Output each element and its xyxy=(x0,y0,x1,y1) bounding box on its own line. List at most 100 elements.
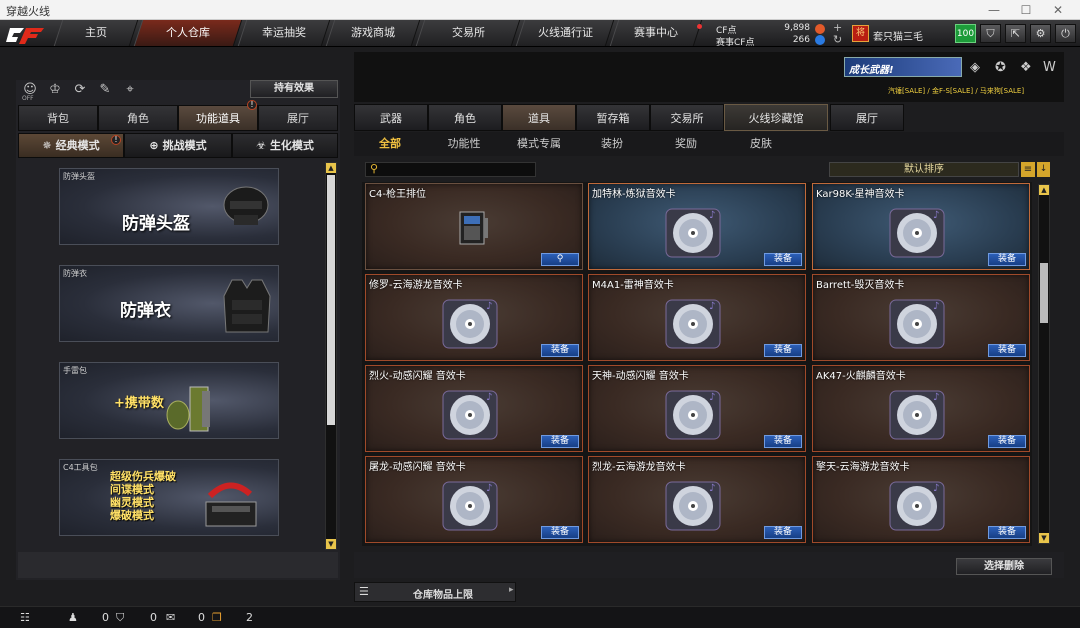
event-points-label: 赛事CF点 xyxy=(716,38,755,48)
right-scrollbar[interactable]: ▲ ▼ xyxy=(1038,184,1050,544)
left-scrollbar[interactable]: ▲ ▼ xyxy=(325,162,337,550)
equip-button[interactable]: 装备 xyxy=(764,435,802,448)
gift-icon[interactable]: ♔ xyxy=(47,82,63,98)
wings-icon[interactable]: W xyxy=(1043,60,1056,75)
subtab-skin[interactable]: 皮肤 xyxy=(733,135,789,153)
subtab-all[interactable]: 全部 xyxy=(362,135,418,153)
effect-button[interactable]: 持有效果 xyxy=(250,80,338,98)
crest-icon[interactable]: ❖ xyxy=(1020,60,1032,75)
minimize-icon[interactable]: — xyxy=(982,2,1006,18)
equip-button[interactable]: 装备 xyxy=(541,344,579,357)
scroll-thumb[interactable] xyxy=(1040,263,1048,323)
left-tab-bag[interactable]: 背包 xyxy=(18,105,98,131)
right-tab-hall[interactable]: 展厅 xyxy=(830,104,904,131)
clan-icon[interactable]: ⛉ xyxy=(116,611,124,625)
friends-icon[interactable]: ♟ xyxy=(68,611,78,624)
right-tab-weapons[interactable]: 武器 xyxy=(354,104,428,131)
nav-tab-pass[interactable]: 火线通行证 xyxy=(515,20,615,46)
scroll-down-icon[interactable]: ▼ xyxy=(1039,533,1049,543)
item-card[interactable]: C4-枪王排位 ⚲ xyxy=(365,183,583,270)
scroll-thumb[interactable] xyxy=(327,175,335,425)
equip-button[interactable]: 装备 xyxy=(541,435,579,448)
right-tab-collection[interactable]: 火线珍藏馆 xyxy=(724,104,828,131)
settings-icon[interactable]: ⚙ xyxy=(1030,24,1051,43)
mode-classic[interactable]: ✵ 经典模式 xyxy=(18,133,124,158)
right-tab-exchange[interactable]: 交易所 xyxy=(650,104,724,131)
item-card[interactable]: 擎天-云海游龙音效卡 ♪ 装备 xyxy=(812,456,1030,543)
mouse-icon[interactable]: ⌖ xyxy=(122,82,138,98)
item-card[interactable]: 屠龙-动感闪耀 音效卡 ♪ 装备 xyxy=(365,456,583,543)
equip-button[interactable]: 装备 xyxy=(764,344,802,357)
search-input[interactable]: ⚲ xyxy=(365,162,536,177)
wand-icon[interactable]: ✎ xyxy=(97,82,113,98)
growth-weapon-banner[interactable]: 成长武器! xyxy=(844,57,962,77)
mode-zombie[interactable]: ☣ 生化模式 xyxy=(232,133,338,158)
item-card[interactable]: 烈龙-云海游龙音效卡 ♪ 装备 xyxy=(588,456,806,543)
list-icon[interactable]: ≡ xyxy=(1021,162,1035,177)
c4-mode-line: 超级伤兵爆破 xyxy=(110,470,176,483)
equip-button[interactable]: 装备 xyxy=(541,526,579,539)
nav-tab-lottery[interactable]: 幸运抽奖 xyxy=(237,20,331,46)
chat-icon[interactable]: ✉ xyxy=(166,611,175,624)
equip-button[interactable]: 装备 xyxy=(988,253,1026,266)
nav-tab-events[interactable]: 赛事中心 xyxy=(609,20,703,46)
badge-icon[interactable]: ✪ xyxy=(995,60,1006,75)
sort-dropdown[interactable]: 默认排序 xyxy=(829,162,1019,177)
svg-text:♪: ♪ xyxy=(709,301,715,312)
subtab-mode[interactable]: 模式专属 xyxy=(508,135,570,153)
item-card[interactable]: 烈火-动感闪耀 音效卡 ♪ 装备 xyxy=(365,365,583,452)
mode-challenge[interactable]: ⊕ 挑战模式 xyxy=(124,133,232,158)
emblem-icon[interactable]: ◈ xyxy=(970,60,980,75)
menu-icon[interactable]: ☷ xyxy=(20,611,30,624)
exit-icon[interactable]: ⇱ xyxy=(1005,24,1026,43)
nav-tab-home[interactable]: 主页 xyxy=(53,20,139,46)
clan-count: 0 xyxy=(150,611,157,624)
right-tab-items[interactable]: 道具 xyxy=(502,104,576,131)
item-card[interactable]: Kar98K-星神音效卡 ♪ 装备 xyxy=(812,183,1030,270)
right-tab-storage[interactable]: 暂存箱 xyxy=(576,104,650,131)
maximize-icon[interactable]: ☐ xyxy=(1014,2,1038,18)
item-card[interactable]: AK47-火麒麟音效卡 ♪ 装备 xyxy=(812,365,1030,452)
left-tab-role[interactable]: 角色 xyxy=(98,105,178,131)
left-tab-function[interactable]: 功能道具 xyxy=(178,105,258,131)
subtab-outfit[interactable]: 装扮 xyxy=(584,135,640,153)
scroll-up-icon[interactable]: ▲ xyxy=(1039,185,1049,195)
item-helmet[interactable]: 防弹头盔 防弹头盔 xyxy=(59,168,279,245)
subtab-functional[interactable]: 功能性 xyxy=(436,135,492,153)
item-card[interactable]: 修罗-云海游龙音效卡 ♪ 装备 xyxy=(365,274,583,361)
equip-button[interactable]: 装备 xyxy=(988,344,1026,357)
vest-icon xyxy=(223,279,271,333)
equip-button[interactable]: 装备 xyxy=(988,526,1026,539)
nav-tab-store[interactable]: 游戏商城 xyxy=(325,20,421,46)
card-name: 天神-动感闪耀 音效卡 xyxy=(592,371,689,382)
item-card[interactable]: M4A1-雷神音效卡 ♪ 装备 xyxy=(588,274,806,361)
item-card[interactable]: 天神-动感闪耀 音效卡 ♪ 装备 xyxy=(588,365,806,452)
equip-button[interactable]: 装备 xyxy=(988,435,1026,448)
left-tab-hall[interactable]: 展厅 xyxy=(258,105,338,131)
sync-icon[interactable]: ⟳ xyxy=(72,82,88,98)
power-icon[interactable]: ⏻ xyxy=(1055,24,1076,43)
refresh-icon[interactable]: ↻ xyxy=(833,33,842,46)
item-card[interactable]: 加特林-炼狱音效卡 ♪ 装备 xyxy=(588,183,806,270)
gift-count: 2 xyxy=(246,611,253,624)
equip-button[interactable]: 装备 xyxy=(764,526,802,539)
nav-tab-exchange[interactable]: 交易所 xyxy=(415,20,521,46)
scroll-up-icon[interactable]: ▲ xyxy=(326,163,336,173)
select-delete-button[interactable]: 选择删除 xyxy=(956,558,1052,575)
shield-icon[interactable]: ⛉ xyxy=(980,24,1001,43)
right-tab-roles[interactable]: 角色 xyxy=(428,104,502,131)
close-icon[interactable]: ✕ xyxy=(1046,2,1070,18)
sale-ticker[interactable]: 汽锤[SALE] / 金F-S[SALE] / 马来狗[SALE] xyxy=(888,86,1024,96)
item-grenade[interactable]: 手雷包 +携带数 xyxy=(59,362,279,439)
item-vest[interactable]: 防弹衣 防弹衣 xyxy=(59,265,279,342)
gift-box-icon[interactable]: ❒ xyxy=(212,611,222,624)
scroll-down-icon[interactable]: ▼ xyxy=(326,539,336,549)
subtab-reward[interactable]: 奖励 xyxy=(658,135,714,153)
nav-tab-warehouse[interactable]: 个人仓库 xyxy=(133,20,243,46)
sort-direction-icon[interactable]: ↓ xyxy=(1037,162,1050,177)
equip-button[interactable]: 装备 xyxy=(764,253,802,266)
item-card[interactable]: Barrett-毁灭音效卡 ♪ 装备 xyxy=(812,274,1030,361)
capacity-bar[interactable]: ☰ 仓库物品上限 ▸ xyxy=(354,582,516,602)
item-c4-kit[interactable]: C4工具包 超级伤兵爆破 间谍模式 幽灵模式 爆破模式 xyxy=(59,459,279,536)
magnify-icon[interactable]: ⚲ xyxy=(541,253,579,266)
